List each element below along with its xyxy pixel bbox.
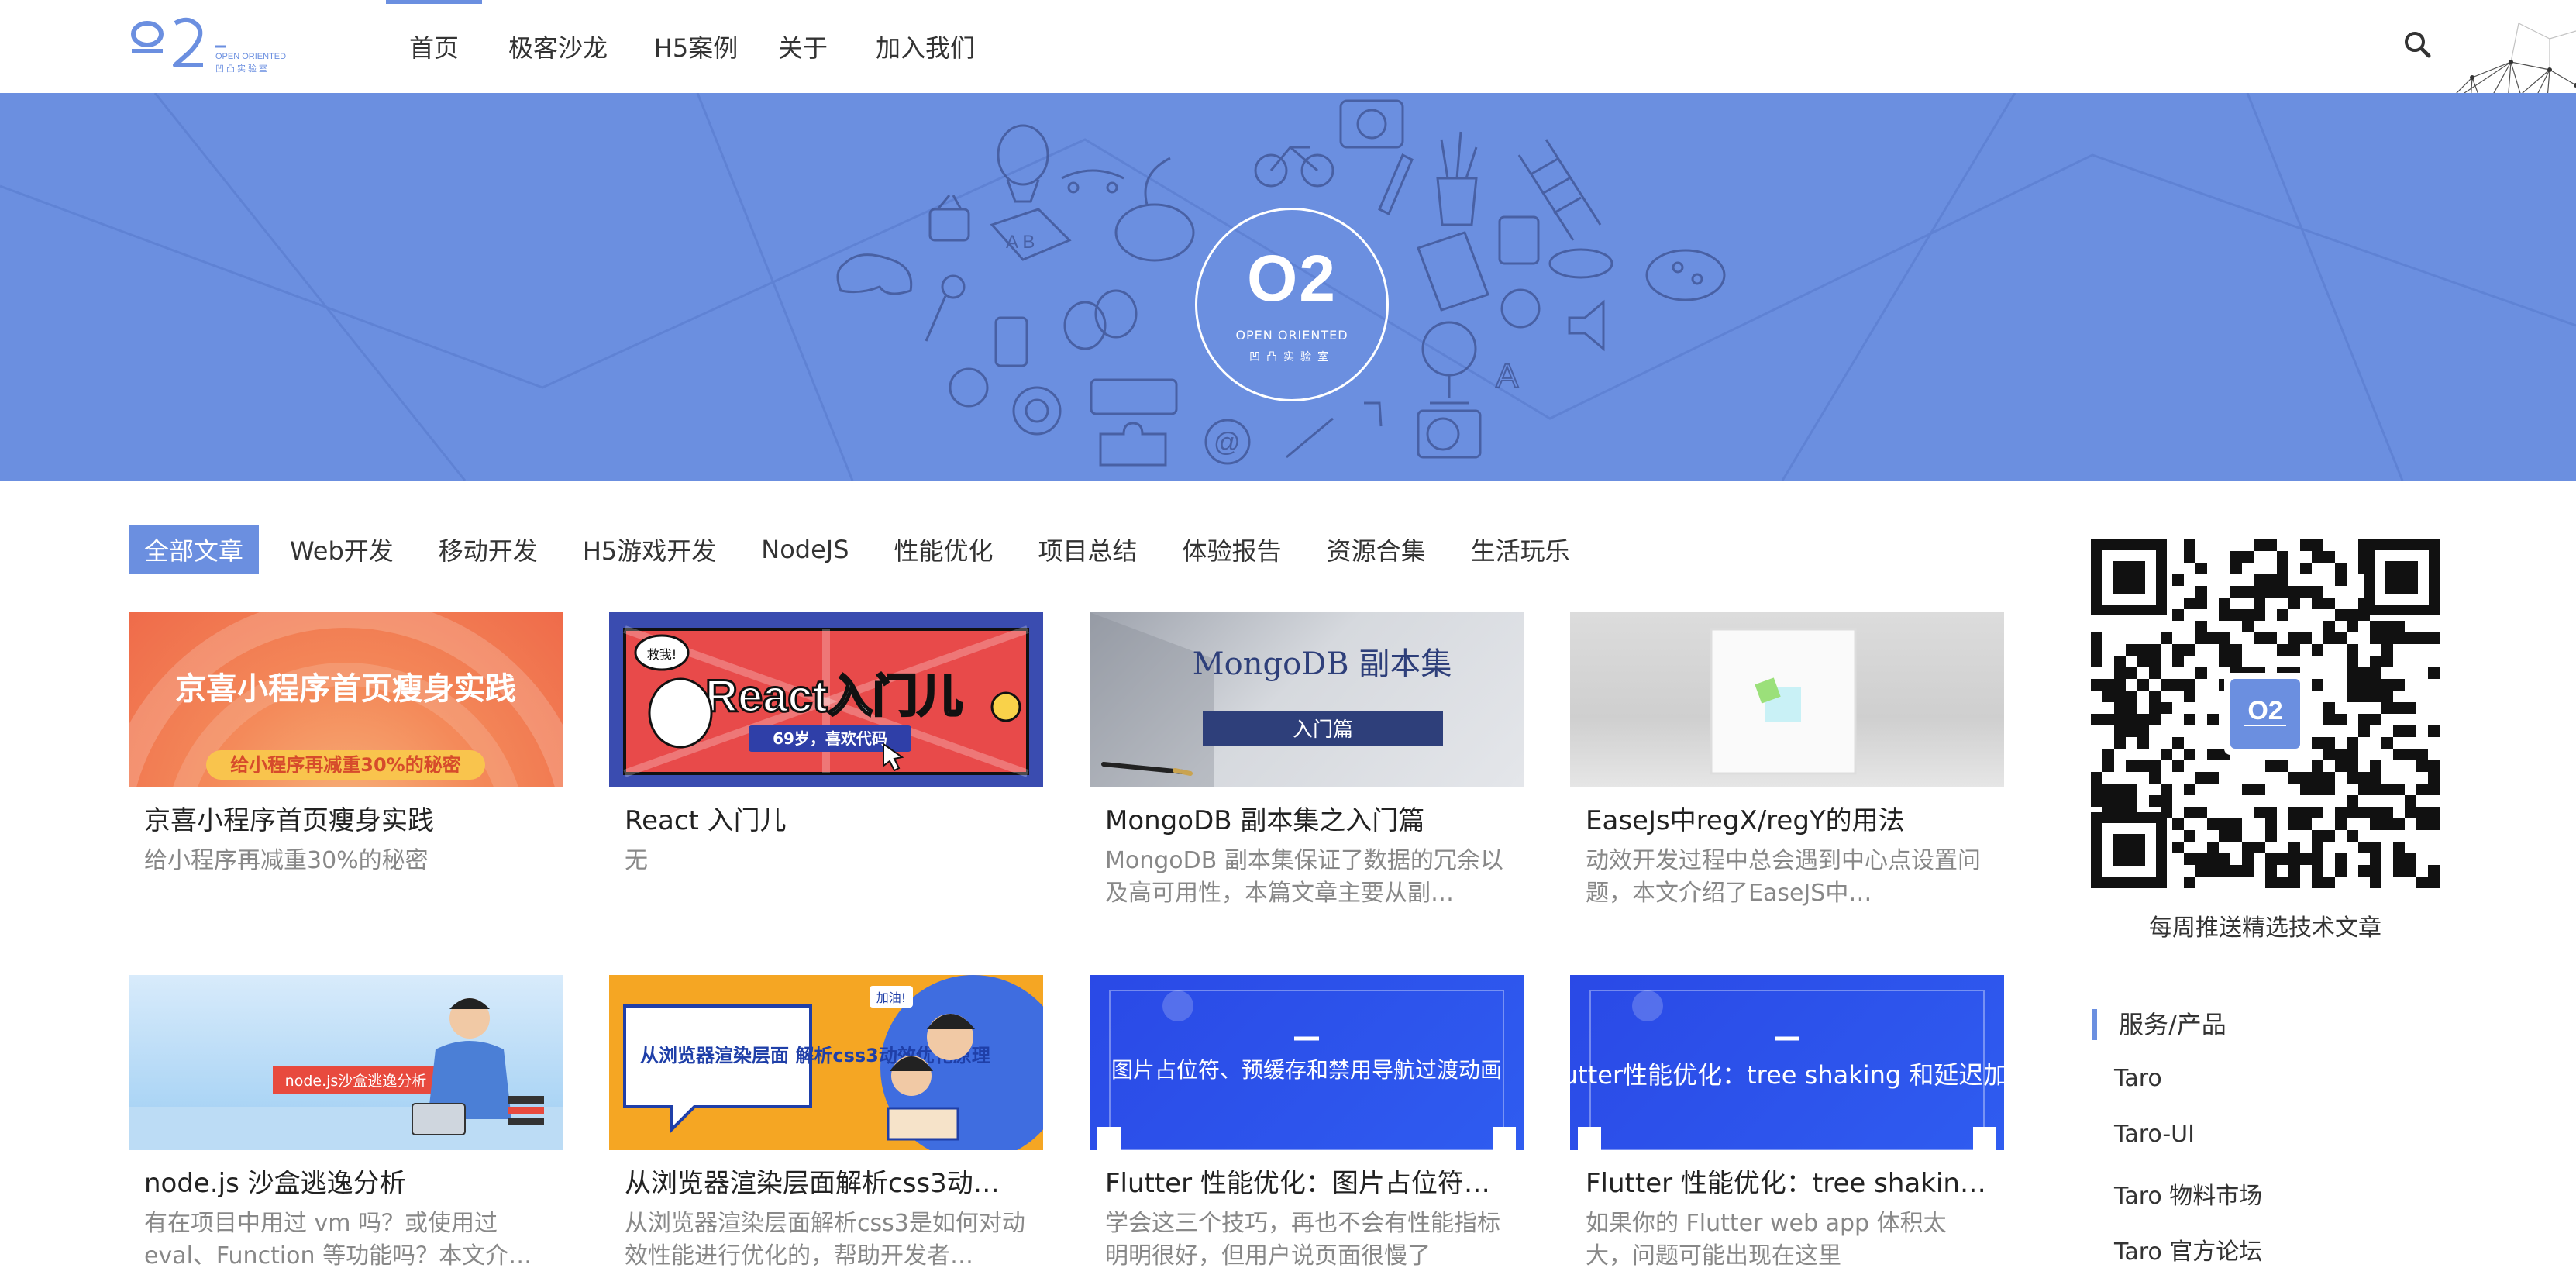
tab-project-summary[interactable]: 项目总结 <box>1038 525 1138 574</box>
article-description: 给小程序再减重30%的秘密 <box>144 847 429 874</box>
tab-all[interactable]: 全部文章 <box>129 525 260 574</box>
article-description: 如果你的 Flutter web app 体积太大，问题可能出现在这里 <box>1586 1210 1947 1269</box>
article-title[interactable]: React 入门儿 <box>625 803 1028 839</box>
sidebar-link-taro[interactable]: Taro <box>2114 1065 2162 1092</box>
main-nav: 首页 极客沙龙 H5案例 关于 加入我们 <box>386 0 1003 93</box>
svg-text:O2: O2 <box>2247 696 2282 725</box>
thumbnail-subtitle: 入门篇 <box>1293 718 1353 742</box>
site-header: OPEN ORIENTED 凹凸实验室 首页 极客沙龙 H5案例 关于 加入我们 <box>0 0 2576 93</box>
tab-mobile[interactable]: 移动开发 <box>439 525 538 574</box>
thumbnail-subtitle: 69岁，喜欢代码 <box>773 729 887 748</box>
sidebar-section-title: 服务/产品 <box>2092 1009 2226 1040</box>
qr-code: O2 <box>2091 539 2440 888</box>
badge-logo-text: O2 <box>1246 241 1338 315</box>
nav-item-home[interactable]: 首页 <box>386 0 482 93</box>
article-description: 无 <box>625 847 648 874</box>
tab-nodejs[interactable]: NodeJS <box>761 525 849 574</box>
article-thumbnail[interactable]: Flutter性能优化：tree shaking 和延迟加载 <box>1570 975 2004 1150</box>
article-thumbnail[interactable]: React入门儿 69岁，喜欢代码 救我! <box>609 612 1043 787</box>
thumbnail-title: Flutter性能优化：tree shaking 和延迟加载 <box>1570 1060 2004 1090</box>
tab-resources[interactable]: 资源合集 <box>1327 525 1426 574</box>
article-card[interactable]: 图片占位符、预缓存和禁用导航过渡动画 Flutter 性能优化：图片占位符… 学… <box>1090 975 1524 1273</box>
article-card[interactable]: 京喜小程序首页瘦身实践 给小程序再减重30%的秘密 京喜小程序首页瘦身实践 给小… <box>129 612 563 910</box>
nav-item-salon[interactable]: 极客沙龙 <box>482 0 634 93</box>
article-title[interactable]: EaseJs中regX/regY的用法 <box>1586 803 1989 839</box>
article-card[interactable]: EaseJs中regX/regY的用法 动效开发过程中总会遇到中心点设置问题，本… <box>1570 612 2004 910</box>
article-description: 从浏览器渲染层面解析css3是如何对动效性能进行优化的，帮助开发者… <box>625 1210 1025 1269</box>
svg-text:A: A <box>1496 357 1519 395</box>
thumbnail-tag: node.js沙盒逃逸分析 <box>285 1073 427 1090</box>
svg-text:@: @ <box>1214 428 1241 457</box>
tab-life[interactable]: 生活玩乐 <box>1471 525 1570 574</box>
banner-logo-badge: O2 OPEN ORIENTED 凹凸实验室 <box>1195 208 1389 401</box>
tab-experience[interactable]: 体验报告 <box>1183 525 1282 574</box>
article-title[interactable]: Flutter 性能优化：tree shakin… <box>1586 1166 1989 1201</box>
thumbnail-title: MongoDB 副本集 <box>1193 646 1452 682</box>
nav-item-about[interactable]: 关于 <box>758 0 848 93</box>
article-title[interactable]: Flutter 性能优化：图片占位符… <box>1105 1166 1508 1201</box>
tab-h5-game[interactable]: H5游戏开发 <box>583 525 716 574</box>
thumbnail-title: 京喜小程序首页瘦身实践 <box>175 671 516 707</box>
logo-o-icon <box>131 21 164 47</box>
nav-item-join[interactable]: 加入我们 <box>848 0 1003 93</box>
nav-label: 极客沙龙 <box>508 33 608 63</box>
thumbnail-tag: 加油! <box>876 990 906 1005</box>
sidebar-link-taro-ui[interactable]: Taro-UI <box>2114 1121 2195 1148</box>
badge-en-text: OPEN ORIENTED <box>1235 327 1348 343</box>
article-thumbnail[interactable]: 京喜小程序首页瘦身实践 给小程序再减重30%的秘密 <box>129 612 563 787</box>
article-title[interactable]: MongoDB 副本集之入门篇 <box>1105 803 1508 839</box>
sidebar-link-taro-market[interactable]: Taro 物料市场 <box>2114 1176 2262 1211</box>
logo-sub-cn: 凹凸实验室 <box>215 63 270 74</box>
article-card[interactable]: Flutter性能优化：tree shaking 和延迟加载 Flutter 性… <box>1570 975 2004 1273</box>
article-description: 动效开发过程中总会遇到中心点设置问题，本文介绍了EaseJS中… <box>1586 847 1981 907</box>
article-thumbnail[interactable]: node.js沙盒逃逸分析 <box>129 975 563 1150</box>
tab-performance[interactable]: 性能优化 <box>894 525 994 574</box>
nav-label: 关于 <box>777 33 828 63</box>
nav-label: H5案例 <box>653 33 739 63</box>
nav-label: 首页 <box>408 33 459 63</box>
article-thumbnail[interactable]: MongoDB 副本集 入门篇 <box>1090 612 1524 787</box>
article-thumbnail[interactable]: 从浏览器渲染层面 解析css3动效优化原理 加油! <box>609 975 1043 1150</box>
article-description: 学会这三个技巧，再也不会有性能指标明明很好，但用户说页面很慢了 <box>1105 1210 1500 1269</box>
tab-web[interactable]: Web开发 <box>290 525 394 574</box>
badge-cn-text: 凹凸实验室 <box>1249 350 1334 363</box>
thumbnail-tag: 救我! <box>647 647 677 662</box>
article-card[interactable]: 从浏览器渲染层面 解析css3动效优化原理 加油! 从浏览器渲染层面解析css3… <box>609 975 1043 1273</box>
article-title[interactable]: 从浏览器渲染层面解析css3动… <box>625 1166 1028 1201</box>
article-description: 有在项目中用过 vm 吗？或使用过 eval、Function 等功能吗？本文介… <box>144 1210 532 1269</box>
sidebar-link-taro-forum[interactable]: Taro 官方论坛 <box>2114 1232 2262 1266</box>
hero-banner: A B @ A O2 OPEN ORIENTED 凹凸实验室 <box>0 93 2576 481</box>
thumbnail-title: 图片占位符、预缓存和禁用导航过渡动画 <box>1111 1057 1502 1083</box>
article-title[interactable]: node.js 沙盒逃逸分析 <box>144 1166 547 1201</box>
article-title[interactable]: 京喜小程序首页瘦身实践 <box>144 803 547 839</box>
article-description: MongoDB 副本集保证了数据的冗余以及高可用性，本篇文章主要从副… <box>1105 847 1503 907</box>
nav-item-h5-cases[interactable]: H5案例 <box>634 0 758 93</box>
nav-label: 加入我们 <box>875 33 975 63</box>
article-thumbnail[interactable] <box>1570 612 2004 787</box>
article-card[interactable]: MongoDB 副本集 入门篇 MongoDB 副本集之入门篇 MongoDB … <box>1090 612 1524 910</box>
qr-caption: 每周推送精选技术文章 <box>2149 915 2381 942</box>
article-card[interactable]: node.js沙盒逃逸分析 node.js 沙盒逃逸分析 有在项目中用过 vm … <box>129 975 563 1273</box>
logo[interactable]: OPEN ORIENTED 凹凸实验室 <box>129 17 299 79</box>
logo-sub-en: OPEN ORIENTED <box>215 52 286 61</box>
article-thumbnail[interactable]: 图片占位符、预缓存和禁用导航过渡动画 <box>1090 975 1524 1150</box>
thumbnail-subtitle: 给小程序再减重30%的秘密 <box>230 754 460 776</box>
category-tabs: 全部文章 Web开发 移动开发 H5游戏开发 NodeJS 性能优化 项目总结 … <box>129 525 1615 574</box>
svg-text:A B: A B <box>1006 232 1035 253</box>
article-card[interactable]: React入门儿 69岁，喜欢代码 救我! React 入门儿 无 <box>609 612 1043 910</box>
thumbnail-title: React入门儿 <box>705 671 963 722</box>
